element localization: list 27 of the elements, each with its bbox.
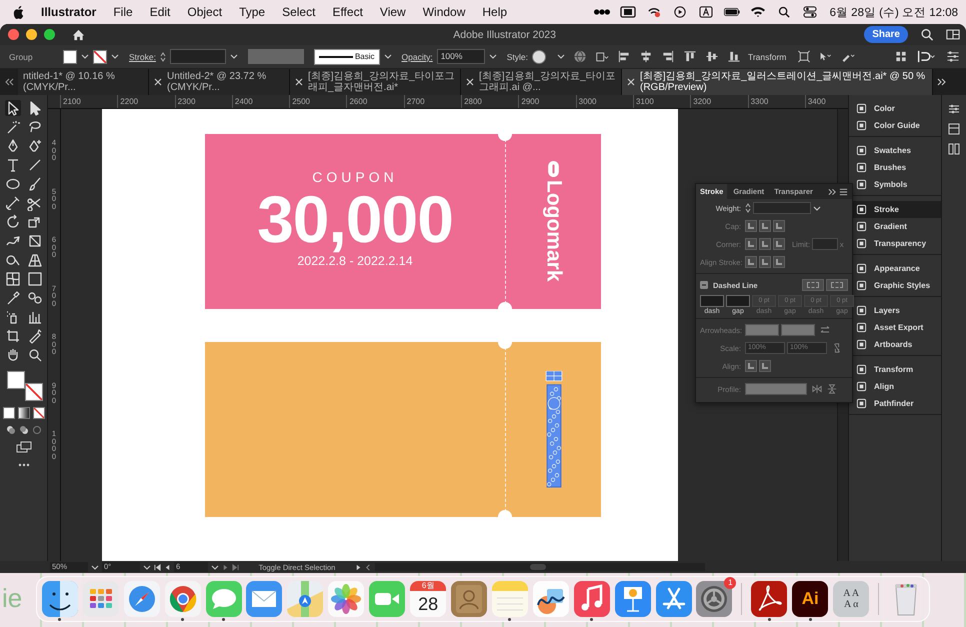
ruler-label: 2200 <box>117 95 175 108</box>
ruler-label: 2900 <box>518 95 576 108</box>
app-logo-text: Ai <box>802 589 819 609</box>
calendar-day: 28 <box>418 594 438 614</box>
calendar-month: 6월 <box>410 581 446 591</box>
style-label: Style: <box>506 52 528 62</box>
ruler-label: 2800 <box>461 95 518 108</box>
coupon-title: COUPON <box>312 168 398 185</box>
ruler-label: 2300 <box>174 95 232 108</box>
ruler-label: 2100 <box>60 95 118 108</box>
ruler-label: 3300 <box>748 95 805 108</box>
selection-type-label: Group <box>8 52 34 62</box>
coupon-dates: 2022.2.8 - 2022.2.14 <box>297 254 413 268</box>
ruler-label: 2700 <box>404 95 462 108</box>
window-title: Adobe Illustrator 2023 <box>453 28 556 40</box>
notification-badge: 1 <box>724 577 736 589</box>
ruler-label: 2400 <box>232 95 290 108</box>
ruler-label: 2600 <box>346 95 404 108</box>
logo-text: Logomark <box>542 180 566 282</box>
ruler-label: 3100 <box>632 95 690 108</box>
font-sample-text: A α <box>844 599 858 610</box>
font-sample-text: A A <box>843 588 860 599</box>
ruler-label: 3200 <box>690 95 748 108</box>
ruler-label: 2500 <box>289 95 346 108</box>
ruler-label: 3000 <box>576 95 633 108</box>
desktop-wallpaper-text: ie <box>2 583 22 614</box>
coupon-amount: 30,000 <box>257 184 453 254</box>
